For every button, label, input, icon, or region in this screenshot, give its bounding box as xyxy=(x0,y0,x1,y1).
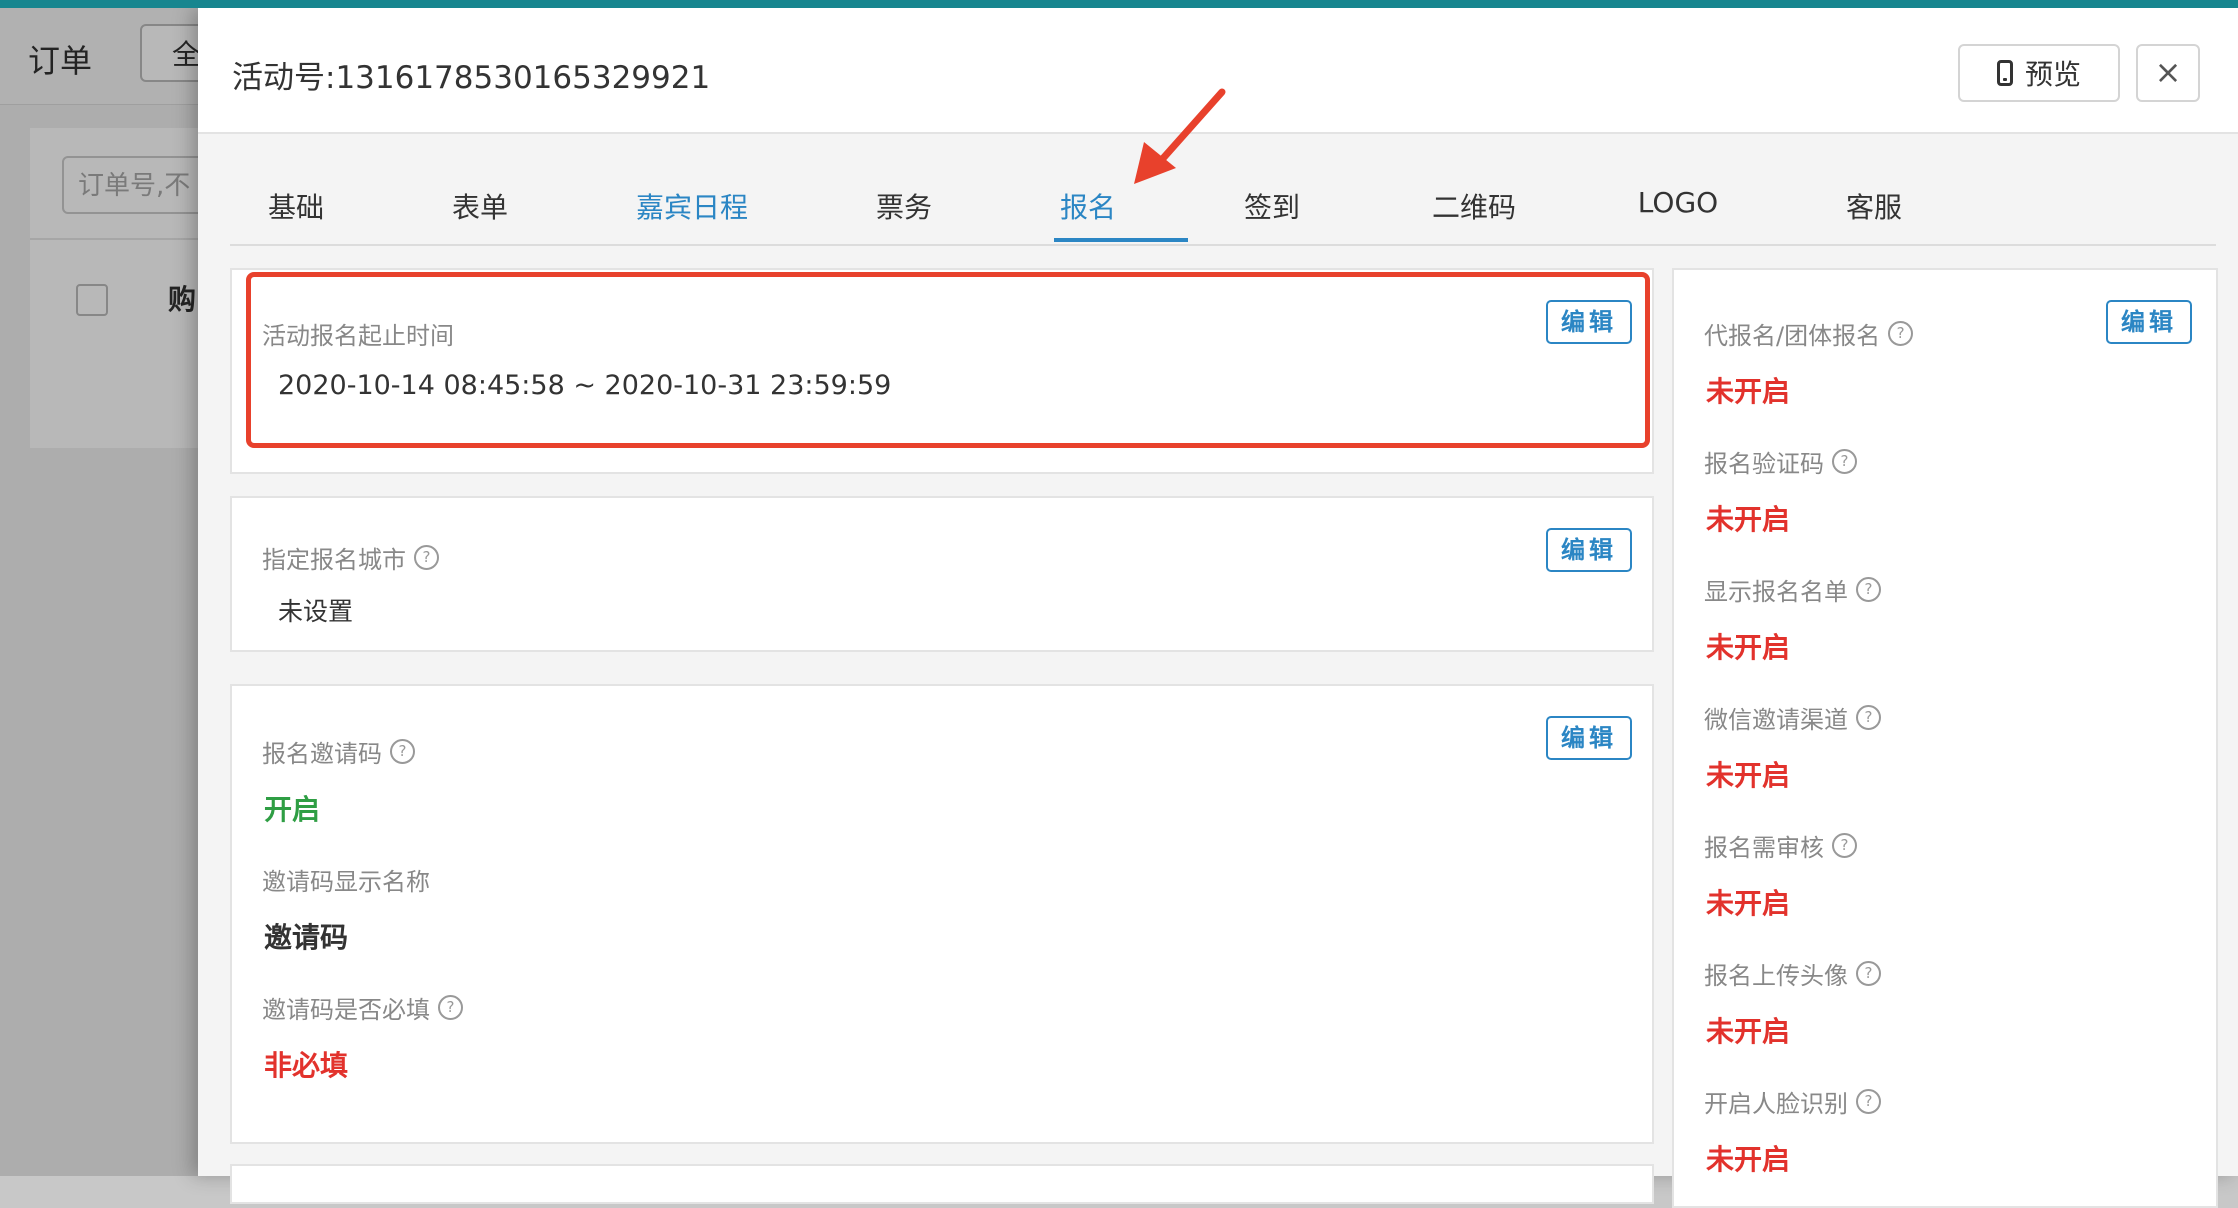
help-icon[interactable]: ? xyxy=(1856,1089,1881,1114)
top-accent-bar xyxy=(0,0,2238,8)
preview-label: 预览 xyxy=(2024,58,2081,91)
invitation-code-label: 报名邀请码 ? xyxy=(262,734,415,769)
tab-customer-service[interactable]: 客服 xyxy=(1846,186,1902,226)
tab-bar: 基础 表单 嘉宾日程 票务 报名 签到 二维码 LOGO 客服 xyxy=(230,178,2216,246)
help-icon[interactable]: ? xyxy=(390,739,415,764)
option-label-avatar-upload: 报名上传头像 ? xyxy=(1704,956,1881,991)
tab-qrcode[interactable]: 二维码 xyxy=(1432,186,1516,226)
option-label-text: 报名上传头像 xyxy=(1704,962,1848,990)
option-status: 未开启 xyxy=(1706,375,1791,408)
drawer-header: 活动号:1316178530165329921 预览 × xyxy=(198,8,2238,134)
option-status: 未开启 xyxy=(1706,503,1791,536)
option-label-captcha: 报名验证码 ? xyxy=(1704,444,1857,479)
option-status: 未开启 xyxy=(1706,759,1791,792)
invitation-code-required-label-text: 邀请码是否必填 xyxy=(262,996,430,1024)
registration-city-card: 指定报名城市 ? 未设置 编辑 xyxy=(230,496,1654,652)
help-icon[interactable]: ? xyxy=(1832,449,1857,474)
edit-city-button[interactable]: 编辑 xyxy=(1546,528,1632,572)
tab-logo[interactable]: LOGO xyxy=(1638,186,1718,219)
invitation-code-status: 开启 xyxy=(264,793,321,826)
edit-options-button[interactable]: 编辑 xyxy=(2106,300,2192,344)
registration-city-value: 未设置 xyxy=(278,597,354,626)
invitation-code-label-text: 报名邀请码 xyxy=(262,740,382,768)
next-card xyxy=(230,1164,1654,1204)
registration-time-label: 活动报名起止时间 xyxy=(262,322,454,350)
option-label-face-recognition: 开启人脸识别 ? xyxy=(1704,1084,1881,1119)
option-label-text: 开启人脸识别 xyxy=(1704,1090,1848,1118)
registration-city-label-text: 指定报名城市 xyxy=(262,546,406,574)
tab-checkin[interactable]: 签到 xyxy=(1244,186,1300,226)
active-tab-indicator xyxy=(1054,238,1188,242)
tab-form[interactable]: 表单 xyxy=(452,186,508,226)
help-icon[interactable]: ? xyxy=(1832,833,1857,858)
registration-city-label: 指定报名城市 ? xyxy=(262,540,439,575)
tab-guest-schedule[interactable]: 嘉宾日程 xyxy=(636,186,748,226)
option-label-proxy-registration: 代报名/团体报名 ? xyxy=(1704,316,1914,351)
option-label-text: 代报名/团体报名 xyxy=(1704,322,1881,350)
option-status: 未开启 xyxy=(1706,887,1791,920)
edit-invitation-button[interactable]: 编辑 xyxy=(1546,716,1632,760)
registration-time-value: 2020-10-14 08:45:58 ~ 2020-10-31 23:59:5… xyxy=(278,370,892,401)
invitation-code-card: 报名邀请码 ? 开启 邀请码显示名称 邀请码 邀请码是否必填 ? 非必填 编辑 xyxy=(230,684,1654,1144)
help-icon[interactable]: ? xyxy=(414,545,439,570)
mobile-phone-icon xyxy=(1996,60,2013,86)
invitation-code-name-label: 邀请码显示名称 xyxy=(262,868,430,896)
help-icon[interactable]: ? xyxy=(1856,961,1881,986)
option-label-text: 报名需审核 xyxy=(1704,834,1824,862)
option-label-text: 微信邀请渠道 xyxy=(1704,706,1848,734)
option-label-wechat-channel: 微信邀请渠道 ? xyxy=(1704,700,1881,735)
option-label-text: 报名验证码 xyxy=(1704,450,1824,478)
help-icon[interactable]: ? xyxy=(1856,577,1881,602)
option-status: 未开启 xyxy=(1706,631,1791,664)
activity-drawer: 活动号:1316178530165329921 预览 × 基础 表单 嘉宾日程 … xyxy=(198,8,2238,1208)
help-icon[interactable]: ? xyxy=(438,995,463,1020)
invitation-code-name-value: 邀请码 xyxy=(264,921,349,954)
help-icon[interactable]: ? xyxy=(1888,321,1914,346)
preview-button[interactable]: 预览 xyxy=(1958,44,2120,102)
registration-time-card: 活动报名起止时间 2020-10-14 08:45:58 ~ 2020-10-3… xyxy=(230,268,1654,474)
drawer-title: 活动号:1316178530165329921 xyxy=(232,60,711,96)
option-label-review: 报名需审核 ? xyxy=(1704,828,1857,863)
option-status: 未开启 xyxy=(1706,1143,1791,1176)
close-button[interactable]: × xyxy=(2136,44,2200,102)
option-label-text: 显示报名名单 xyxy=(1704,578,1848,606)
registration-options-panel: 编辑 代报名/团体报名 ? 未开启 报名验证码 ? 未开启 显示报名名单 ? 未… xyxy=(1672,268,2218,1208)
help-icon[interactable]: ? xyxy=(1856,705,1881,730)
tab-basic[interactable]: 基础 xyxy=(268,186,324,226)
tab-tickets[interactable]: 票务 xyxy=(876,186,932,226)
option-status: 未开启 xyxy=(1706,1015,1791,1048)
edit-time-button[interactable]: 编辑 xyxy=(1546,300,1632,344)
tab-registration[interactable]: 报名 xyxy=(1060,186,1116,226)
option-label-show-list: 显示报名名单 ? xyxy=(1704,572,1881,607)
invitation-code-required-label: 邀请码是否必填 ? xyxy=(262,990,463,1025)
invitation-code-required-value: 非必填 xyxy=(264,1049,349,1082)
